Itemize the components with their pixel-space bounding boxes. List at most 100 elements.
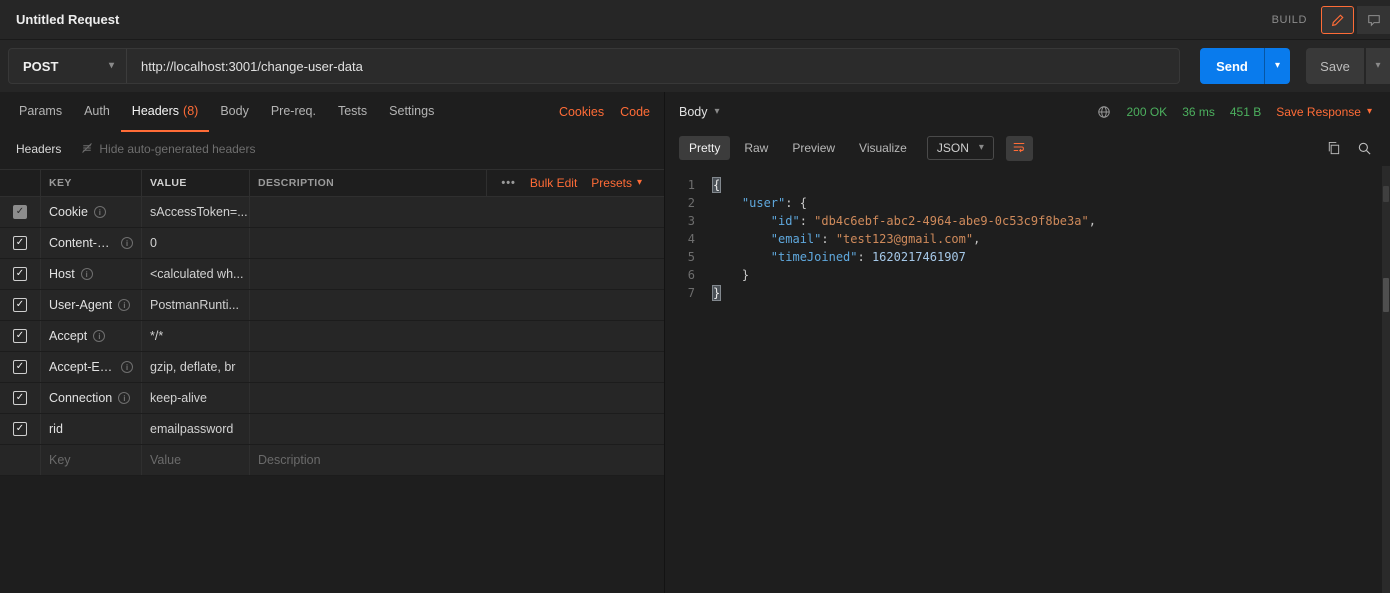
code-link[interactable]: Code	[620, 105, 650, 119]
line-number: 5	[665, 248, 713, 266]
new-description-input[interactable]: Description	[249, 445, 664, 475]
comment-icon	[1367, 13, 1381, 27]
tab-settings[interactable]: Settings	[378, 92, 445, 132]
info-icon: i	[118, 299, 130, 311]
line-number: 4	[665, 230, 713, 248]
header-key: rid	[49, 422, 63, 436]
chevron-down-icon: ▾	[1275, 61, 1280, 71]
scrollbar-thumb[interactable]	[1383, 278, 1389, 312]
tab-pre-request[interactable]: Pre-req.	[260, 92, 327, 132]
header-key: Connection	[49, 391, 112, 405]
line-number: 3	[665, 212, 713, 230]
header-key: Accept	[49, 329, 87, 343]
info-icon: i	[118, 392, 130, 404]
send-options-dropdown[interactable]: ▾	[1264, 48, 1290, 84]
presets-dropdown[interactable]: Presets ▾	[591, 176, 642, 190]
search-icon[interactable]	[1357, 141, 1372, 156]
tab-auth[interactable]: Auth	[73, 92, 121, 132]
header-description[interactable]	[249, 321, 664, 351]
tab-raw[interactable]: Raw	[734, 136, 778, 160]
request-url-bar: POST ▾ Send ▾ Save ▾	[0, 40, 1390, 92]
header-value: sAccessToken=...	[150, 205, 248, 219]
url-control: POST ▾	[8, 48, 1180, 84]
tab-body[interactable]: Body	[209, 92, 260, 132]
chevron-down-icon: ▾	[1367, 107, 1372, 117]
comments-button[interactable]	[1357, 6, 1390, 34]
method-select[interactable]: POST ▾	[9, 49, 127, 83]
request-title: Untitled Request	[16, 12, 119, 27]
scrollbar-thumb[interactable]	[1383, 186, 1389, 202]
tab-visualize[interactable]: Visualize	[849, 136, 917, 160]
row-checkbox[interactable]: ✓	[13, 298, 27, 312]
postman-app: Untitled Request BUILD POST ▾	[0, 0, 1390, 593]
hide-autogenerated-toggle[interactable]: Hide auto-generated headers	[81, 142, 255, 157]
code-line: 6 }	[665, 266, 1390, 284]
row-checkbox[interactable]: ✓	[13, 205, 27, 219]
bulk-edit-link[interactable]: Bulk Edit	[530, 176, 577, 190]
globe-icon[interactable]	[1097, 105, 1111, 119]
chevron-down-icon: ▾	[715, 107, 720, 117]
response-body-viewer[interactable]: 1{ 2 "user": { 3 "id": "db4c6ebf-abc2-49…	[665, 164, 1390, 593]
line-number: 6	[665, 266, 713, 284]
header-value: 0	[150, 236, 157, 250]
copy-icon[interactable]	[1326, 141, 1341, 156]
edit-request-button[interactable]	[1321, 6, 1354, 34]
row-checkbox[interactable]: ✓	[13, 236, 27, 250]
header-key: User-Agent	[49, 298, 112, 312]
header-description[interactable]	[249, 228, 664, 258]
new-key-input[interactable]: Key	[40, 445, 141, 475]
tab-params[interactable]: Params	[8, 92, 73, 132]
url-input[interactable]	[127, 49, 1179, 83]
row-checkbox[interactable]: ✓	[13, 329, 27, 343]
method-label: POST	[23, 59, 58, 74]
header-value: gzip, deflate, br	[150, 360, 235, 374]
header-key: Content-Le...	[49, 236, 115, 250]
header-description[interactable]	[249, 197, 664, 227]
row-checkbox[interactable]: ✓	[13, 422, 27, 436]
header-description[interactable]	[249, 383, 664, 413]
tab-headers[interactable]: Headers (8)	[121, 92, 210, 132]
info-icon: i	[93, 330, 105, 342]
request-tab-links: Cookies Code	[559, 92, 664, 132]
new-header-row: Key Value Description	[0, 445, 664, 476]
main-split: Params Auth Headers (8) Body Pre-req. Te…	[0, 92, 1390, 593]
row-checkbox[interactable]: ✓	[13, 391, 27, 405]
status-badge[interactable]: 200 OK	[1126, 105, 1167, 119]
header-value: <calculated wh...	[150, 267, 243, 281]
header-checkbox-column	[0, 170, 40, 196]
column-header-description: DESCRIPTION ••• Bulk Edit Presets ▾	[249, 170, 664, 196]
save-response-dropdown[interactable]: Save Response ▾	[1276, 105, 1372, 119]
header-row-content-length: ✓ Content-Le...i 0	[0, 228, 664, 259]
header-row-user-agent: ✓ User-Agent i PostmanRunti...	[0, 290, 664, 321]
cookies-link[interactable]: Cookies	[559, 105, 604, 119]
format-select[interactable]: JSON ▾	[927, 136, 994, 160]
send-button[interactable]: Send	[1200, 48, 1264, 84]
new-value-input[interactable]: Value	[141, 445, 249, 475]
response-panel: Body ▾ 200 OK 36 ms 451 B Save Response …	[665, 92, 1390, 593]
row-checkbox[interactable]: ✓	[13, 267, 27, 281]
more-options-icon[interactable]: •••	[501, 177, 516, 189]
header-description[interactable]	[249, 352, 664, 382]
header-row-rid: ✓ rid emailpassword	[0, 414, 664, 445]
header-value: PostmanRunti...	[150, 298, 239, 312]
response-time[interactable]: 36 ms	[1182, 105, 1215, 119]
header-description[interactable]	[249, 414, 664, 444]
line-number: 2	[665, 194, 713, 212]
response-size[interactable]: 451 B	[1230, 105, 1261, 119]
pencil-icon	[1331, 13, 1345, 27]
tab-tests[interactable]: Tests	[327, 92, 378, 132]
headers-count-badge: (8)	[183, 104, 198, 118]
topbar-actions: BUILD	[1272, 6, 1390, 34]
row-checkbox[interactable]: ✓	[13, 360, 27, 374]
save-button[interactable]: Save	[1306, 48, 1364, 84]
response-scrollbar[interactable]	[1382, 166, 1390, 593]
tab-pretty[interactable]: Pretty	[679, 136, 730, 160]
header-description[interactable]	[249, 259, 664, 289]
tab-preview[interactable]: Preview	[782, 136, 845, 160]
response-body-select[interactable]: Body ▾	[679, 105, 720, 119]
response-view-tabs: Pretty Raw Preview Visualize JSON ▾	[665, 132, 1390, 164]
wrap-lines-button[interactable]	[1006, 136, 1033, 161]
code-line: 4 "email": "test123@gmail.com",	[665, 230, 1390, 248]
save-options-dropdown[interactable]: ▾	[1364, 48, 1390, 84]
header-description[interactable]	[249, 290, 664, 320]
